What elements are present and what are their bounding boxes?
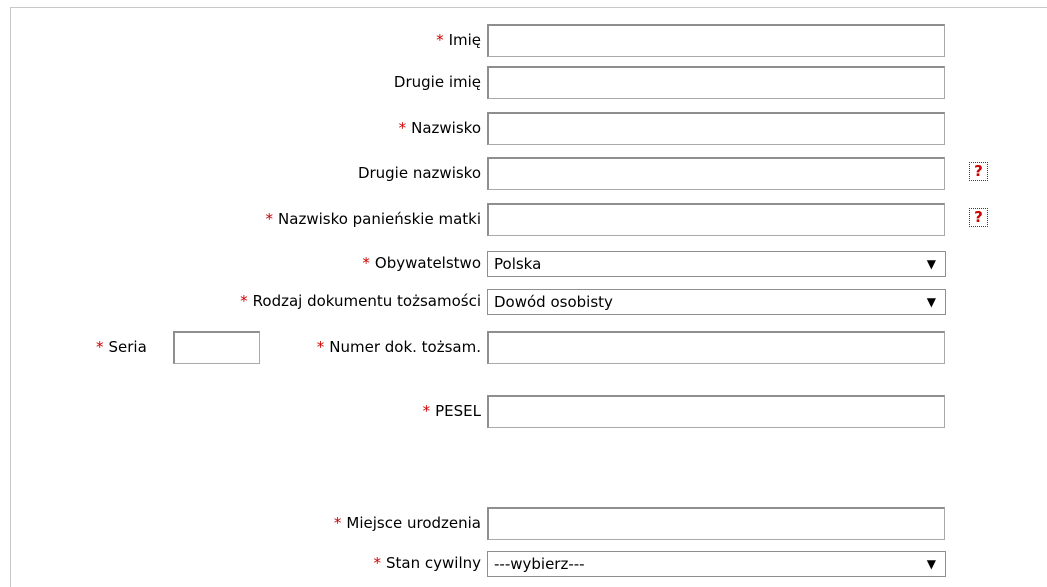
required-marker: * — [333, 514, 342, 532]
second-last-name-field[interactable] — [487, 157, 945, 190]
series-label: * Seria — [96, 338, 147, 356]
chevron-down-icon: ▼ — [926, 257, 936, 271]
required-marker: * — [316, 338, 325, 356]
required-marker: * — [265, 210, 274, 228]
series-field[interactable] — [173, 331, 260, 364]
form-row-marital-status: * Stan cywilny ---wybierz--- ▼ — [0, 546, 1047, 580]
last-name-label: * Nazwisko — [398, 119, 481, 137]
chevron-down-icon: ▼ — [926, 295, 936, 309]
citizenship-select[interactable]: Polska ▼ — [487, 251, 946, 277]
id-document-type-select[interactable]: Dowód osobisty ▼ — [487, 289, 946, 315]
marital-status-selected-value: ---wybierz--- — [494, 555, 585, 573]
required-marker: * — [362, 254, 370, 272]
middle-name-label: Drugie imię — [393, 73, 481, 91]
birth-place-label: * Miejsce urodzenia — [333, 514, 481, 532]
birth-place-field[interactable] — [487, 507, 945, 540]
required-marker: * — [373, 554, 382, 572]
required-marker: * — [436, 31, 444, 49]
mother-maiden-name-label: * Nazwisko panieńskie matki — [265, 210, 481, 228]
citizenship-label: * Obywatelstwo — [362, 254, 481, 272]
first-name-field[interactable] — [487, 24, 945, 57]
second-last-name-help-icon[interactable]: ? — [969, 162, 988, 181]
last-name-field[interactable] — [487, 112, 945, 145]
chevron-down-icon: ▼ — [926, 557, 936, 571]
form-row-middle-name: Drugie imię — [0, 65, 1047, 99]
form-row-mother-maiden-name: * Nazwisko panieńskie matki ? — [0, 202, 1047, 236]
id-document-type-selected-value: Dowód osobisty — [494, 293, 613, 311]
form-row-first-name: * Imię — [0, 23, 1047, 57]
middle-name-field[interactable] — [487, 66, 945, 99]
form-row-last-name: * Nazwisko — [0, 111, 1047, 145]
second-last-name-label: Drugie nazwisko — [357, 164, 481, 182]
form-row-id-document-type: * Rodzaj dokumentu tożsamości Dowód osobi… — [0, 284, 1047, 318]
form-row-second-last-name: Drugie nazwisko ? — [0, 156, 1047, 190]
marital-status-select[interactable]: ---wybierz--- ▼ — [487, 551, 946, 577]
pesel-field[interactable] — [487, 395, 945, 428]
pesel-label: * PESEL — [422, 402, 481, 420]
form-row-id-document-number: * Seria * Numer dok. tożsam. — [0, 330, 1047, 364]
id-document-number-field[interactable] — [487, 331, 945, 364]
id-document-number-label: * Numer dok. tożsam. — [316, 338, 481, 356]
required-marker: * — [398, 119, 407, 137]
citizenship-selected-value: Polska — [494, 255, 542, 273]
required-marker: * — [96, 338, 104, 356]
form-row-pesel: * PESEL — [0, 394, 1047, 428]
form-row-birth-place: * Miejsce urodzenia — [0, 506, 1047, 540]
id-document-type-label: * Rodzaj dokumentu tożsamości — [240, 292, 481, 310]
required-marker: * — [240, 292, 248, 310]
required-marker: * — [422, 402, 431, 420]
form-top-border — [10, 7, 1047, 8]
marital-status-label: * Stan cywilny — [373, 554, 481, 572]
mother-maiden-name-field[interactable] — [487, 203, 945, 236]
mother-maiden-name-help-icon[interactable]: ? — [969, 208, 988, 227]
first-name-label: * Imię — [436, 31, 481, 49]
form-row-citizenship: * Obywatelstwo Polska ▼ — [0, 246, 1047, 280]
